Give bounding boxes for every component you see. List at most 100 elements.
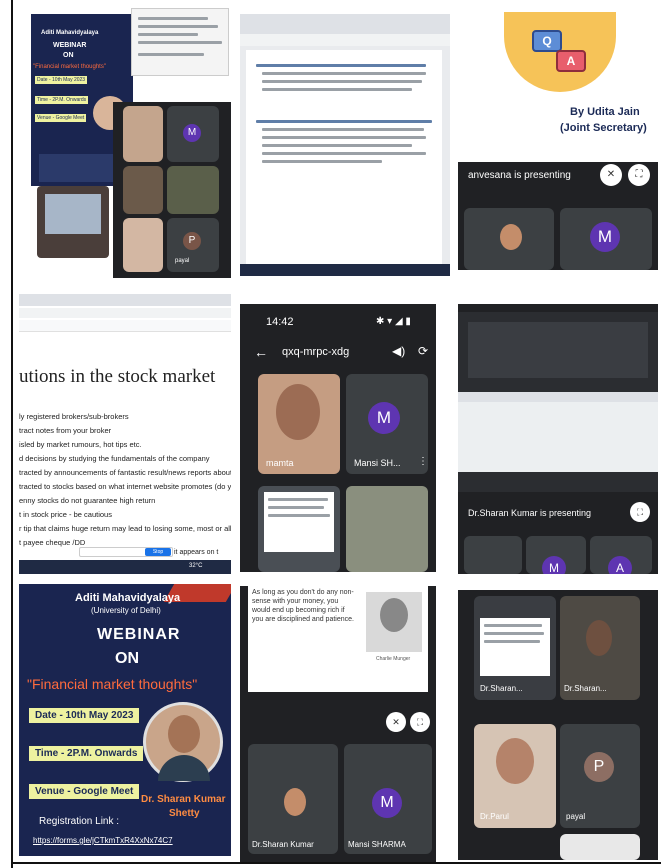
avatar-p2: P (584, 752, 614, 782)
bullet-item: ly registered brokers/sub-brokers (19, 412, 129, 421)
mute-button[interactable]: ✕ (600, 164, 622, 186)
poster-university: (University of Delhi) (91, 606, 161, 615)
poster-speaker-line2: Shetty (169, 808, 200, 819)
bullet-item: tract notes from your broker (19, 426, 112, 435)
poster-webinar: WEBINAR (53, 42, 87, 49)
munger-portrait (366, 592, 422, 652)
poster-link[interactable]: https://forms.gle/jCTkmTxR4XxNx74C7 (33, 836, 173, 845)
panel-stock-slide: utions in the stock market ly registered… (19, 294, 231, 574)
avatar-m3: M (368, 402, 400, 434)
poster-topic: "Financial market thoughts" (33, 64, 106, 70)
avatar-p: P (183, 232, 201, 250)
avatar-a: A (608, 556, 632, 574)
poster-time-large: Time - 2P.M. Onwards (29, 746, 144, 761)
panel-quote-meet: As long as you don't do any non-sense wi… (240, 586, 436, 862)
tile-name-sharan: Dr.Sharan Kumar (252, 840, 314, 849)
document-page (246, 50, 442, 272)
bullet-item: tracted by announcements of fantastic re… (19, 468, 231, 477)
bullet-item: isled by market rumours, hot tips etc. (19, 440, 142, 449)
trailing-text: it appears on t (174, 549, 219, 556)
panel-sharan-presenting: Dr.Sharan Kumar is presenting ⛶ M A (458, 304, 658, 574)
taskbar-temp: 32°C (189, 563, 203, 569)
meet-grid-thumbnail: M P payal (113, 102, 231, 278)
tile-mamta: mamta (258, 374, 340, 474)
poster-date-large: Date - 10th May 2023 (29, 708, 140, 723)
tile-mansi: M Mansi SH... ⋮ (346, 374, 428, 474)
panel-qa-presenting: Q A By Udita Jain (Joint Secretary) anve… (458, 12, 658, 270)
poster-time: Time - 2P.M. Onwards (35, 96, 89, 104)
bullet-item: enny stocks do not guarantee high return (19, 496, 156, 505)
poster-on: ON (63, 52, 74, 59)
avatar-m4: M (542, 556, 566, 574)
quote-slide: As long as you don't do any non-sense wi… (248, 586, 428, 692)
byline: By Udita Jain (570, 106, 640, 118)
poster-college-large: Aditi Mahavidyalaya (75, 592, 181, 604)
poster-college: Aditi Mahavidyalaya (41, 30, 99, 36)
participant-tile-2: M (560, 208, 652, 270)
tile-video (346, 486, 428, 572)
mute-button-2[interactable]: ✕ (386, 712, 406, 732)
avatar-m5: M (372, 788, 402, 818)
tile-name-mamta: mamta (266, 458, 294, 468)
camera-switch-icon[interactable]: ⟳ (418, 344, 428, 358)
poster-date: Date - 10th May 2023 (35, 76, 88, 84)
panel-shared-document (240, 14, 450, 276)
fullscreen-button-3[interactable]: ⛶ (410, 712, 430, 732)
tile-screen-share (258, 486, 340, 572)
tile-mansi-2: M Mansi SHARMA (344, 744, 432, 854)
bullet-item: tracted to stocks based on what internet… (19, 482, 231, 491)
presenting-label-2: Dr.Sharan Kumar is presenting (468, 508, 592, 518)
fullscreen-button[interactable]: ⛶ (628, 164, 650, 186)
panel-webinar-poster: Aditi Mahavidyalaya (University of Delhi… (19, 584, 231, 856)
tile-name-sharan-3: Dr.Sharan... (564, 684, 607, 693)
poster-on-large: ON (115, 650, 139, 667)
meeting-code[interactable]: qxq-mrpc-xdg (282, 346, 349, 358)
photo-collage: Aditi Mahavidyalaya WEBINAR ON "Financia… (0, 0, 667, 868)
tile-name-parul: Dr.Parul (480, 812, 509, 821)
tile-name-mansi: Mansi SH... (354, 458, 401, 468)
status-time: 14:42 (266, 316, 294, 328)
panel-gallery-meet: Dr.Sharan... Dr.Sharan... Dr.Parul P pay… (458, 590, 658, 860)
byline-role: (Joint Secretary) (560, 122, 647, 134)
bullet-item: t in stock price - be cautious (19, 510, 112, 519)
speaker-photo-large (143, 702, 223, 782)
a-bubble-icon: A (556, 50, 586, 72)
slide-heading: utions in the stock market (19, 366, 216, 387)
tile-parul: Dr.Parul (474, 724, 556, 828)
poster-speaker-line1: Dr. Sharan Kumar (141, 794, 226, 805)
panel-phone-meet: 14:42 ✱ ▾ ◢ ▮ ← qxq-mrpc-xdg ◀) ⟳ mamta … (240, 304, 436, 572)
tile-screen-share-2: Dr.Sharan... (474, 596, 556, 700)
tile-sharan: Dr.Sharan Kumar (248, 744, 338, 854)
quote-caption: Charlie Munger (376, 656, 411, 662)
poster-venue: Venue - Google Meet (35, 114, 87, 122)
bottom-border-line (11, 862, 661, 864)
status-icons: ✱ ▾ ◢ ▮ (376, 316, 411, 327)
tile-sharan-video: Dr.Sharan... (560, 596, 640, 700)
qa-slide: Q A By Udita Jain (Joint Secretary) (458, 12, 658, 162)
bullet-item: d decisions by studying the fundamentals… (19, 454, 210, 463)
taskbar: 32°C (19, 560, 231, 574)
poster-topic-large: "Financial market thoughts" (27, 676, 198, 692)
bullet-item: r tip that claims huge return may lead t… (19, 524, 231, 533)
document-thumbnail (131, 8, 229, 76)
panel-collage-meet: Aditi Mahavidyalaya WEBINAR ON "Financia… (19, 6, 231, 278)
poster-webinar-large: WEBINAR (97, 626, 181, 643)
quote-text: As long as you don't do any non-sense wi… (252, 589, 354, 623)
back-arrow-icon[interactable]: ← (254, 344, 268, 360)
avatar-m1: M (183, 124, 201, 142)
fullscreen-button-2[interactable]: ⛶ (630, 502, 650, 522)
stop-sharing-button[interactable]: Stop sharing (145, 548, 171, 563)
left-border-line (11, 0, 13, 868)
participant-tile-1 (464, 208, 554, 270)
poster-venue-large: Venue - Google Meet (29, 784, 140, 799)
tile-name-sharan-2: Dr.Sharan... (480, 684, 523, 693)
avatar-m2: M (590, 222, 620, 252)
presenting-label: anvesana is presenting (468, 170, 571, 181)
tile-payal: P payal (560, 724, 640, 828)
speaker-icon[interactable]: ◀) (392, 344, 405, 358)
laptop-photo (37, 186, 109, 258)
q-bubble-icon: Q (532, 30, 562, 52)
poster-registration: Registration Link : (39, 816, 120, 827)
presented-screen (458, 312, 658, 492)
tile-name-payal: payal (175, 258, 190, 264)
